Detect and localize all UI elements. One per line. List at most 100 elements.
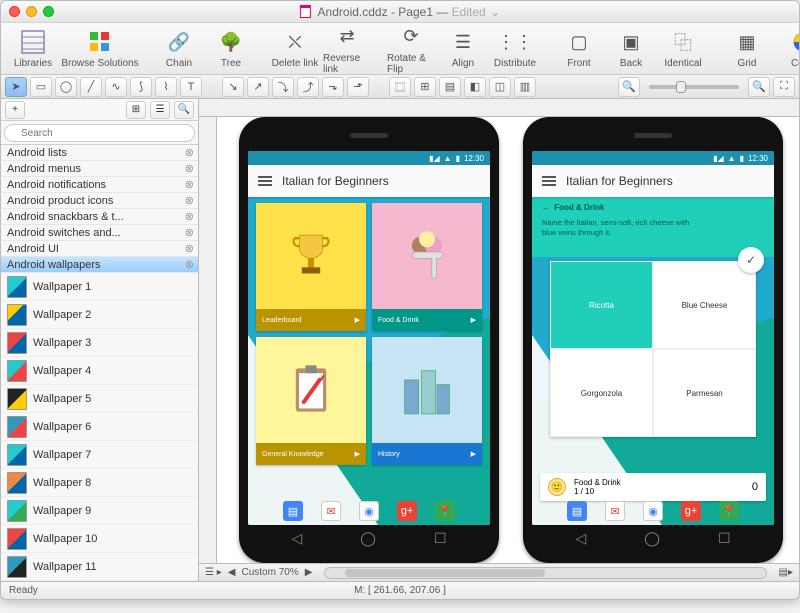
category-android-product-icons[interactable]: Android product icons⊗ — [1, 193, 198, 209]
check-fab[interactable]: ✓ — [738, 247, 764, 273]
arc-tool[interactable]: ⟆ — [130, 77, 152, 97]
hamburger-icon[interactable] — [542, 176, 556, 186]
zoom-in-icon[interactable]: 🔍 — [748, 77, 770, 97]
connector-c[interactable]: ⤵ — [272, 77, 294, 97]
history-card[interactable]: History▶ — [372, 337, 482, 465]
group-tool[interactable]: ⿴ — [389, 77, 411, 97]
grid-view-button[interactable]: ⊞ — [126, 101, 146, 119]
tree-button[interactable]: 🌳Tree — [207, 28, 255, 69]
layer-tool[interactable]: ▤ — [439, 77, 461, 97]
category-android-menus[interactable]: Android menus⊗ — [1, 161, 198, 177]
wallpaper-item-9[interactable]: Wallpaper 9 — [1, 497, 198, 525]
answer-3[interactable]: Gorgonzola — [550, 349, 653, 437]
category-android-ui[interactable]: Android UI⊗ — [1, 241, 198, 257]
close-icon[interactable]: ⊗ — [185, 146, 194, 159]
wallpaper-item-8[interactable]: Wallpaper 8 — [1, 469, 198, 497]
connector-d[interactable]: ⤴ — [297, 77, 319, 97]
category-android-snackbars-t-[interactable]: Android snackbars & t...⊗ — [1, 209, 198, 225]
home-nav-icon[interactable]: ◯ — [644, 530, 660, 554]
curve-tool[interactable]: ∿ — [105, 77, 127, 97]
phone-mockup-2[interactable]: ▮◢ ▲ ▮ 12:30 Italian for Beginners — [523, 117, 783, 563]
close-window-icon[interactable] — [9, 6, 20, 17]
quiz-back-icon[interactable]: ← — [542, 203, 550, 212]
wallpaper-item-11[interactable]: Wallpaper 11 — [1, 553, 198, 581]
ellipse-tool[interactable]: ◯ — [55, 77, 77, 97]
zoom-label[interactable]: Custom 70% — [241, 567, 298, 578]
chrome-icon[interactable]: ◉ — [359, 501, 379, 521]
list-view-button[interactable]: ☰ — [150, 101, 170, 119]
search-input[interactable] — [4, 124, 195, 142]
search-toggle-button[interactable]: 🔍 — [174, 101, 194, 119]
next-page-button[interactable]: ▶ — [305, 567, 313, 578]
color-button[interactable]: Color — [779, 28, 800, 69]
grid-button[interactable]: ▦Grid — [723, 28, 771, 69]
docs-icon[interactable]: ▤ — [567, 501, 587, 521]
gmail-icon[interactable]: ✉ — [605, 501, 625, 521]
rect-tool[interactable]: ▭ — [30, 77, 52, 97]
minimize-window-icon[interactable] — [26, 6, 37, 17]
back-nav-icon[interactable]: ◁ — [575, 530, 586, 554]
phone-mockup-1[interactable]: ▮◢ ▲ ▮ 12:30 Italian for Beginners — [239, 117, 499, 563]
text-tool[interactable]: T — [180, 77, 202, 97]
close-icon[interactable]: ⊗ — [185, 162, 194, 175]
wallpaper-item-6[interactable]: Wallpaper 6 — [1, 413, 198, 441]
leaderboard-card[interactable]: Leaderboard▶ — [256, 203, 366, 331]
hamburger-icon[interactable] — [258, 176, 272, 186]
plus-icon[interactable]: g+ — [681, 501, 701, 521]
zoom-out-icon[interactable]: 🔍 — [618, 77, 640, 97]
category-android-notifications[interactable]: Android notifications⊗ — [1, 177, 198, 193]
close-icon[interactable]: ⊗ — [185, 194, 194, 207]
close-icon[interactable]: ⊗ — [185, 210, 194, 223]
gmail-icon[interactable]: ✉ — [321, 501, 341, 521]
wallpaper-item-1[interactable]: Wallpaper 1 — [1, 273, 198, 301]
pointer-tool[interactable]: ➤ — [5, 77, 27, 97]
zoom-window-icon[interactable] — [43, 6, 54, 17]
delete-link-button[interactable]: ⛌Delete link — [271, 28, 319, 69]
distribute-button[interactable]: ⋮⋮Distribute — [491, 28, 539, 69]
docs-icon[interactable]: ▤ — [283, 501, 303, 521]
answer-2[interactable]: Blue Cheese — [653, 261, 756, 349]
close-icon[interactable]: ⊗ — [185, 226, 194, 239]
close-icon[interactable]: ⊗ — [185, 178, 194, 191]
connector-a[interactable]: ↘ — [222, 77, 244, 97]
general-card[interactable]: General Knowledge▶ — [256, 337, 366, 465]
title-dropdown-icon[interactable]: ⌄ — [490, 5, 500, 19]
wallpaper-item-5[interactable]: Wallpaper 5 — [1, 385, 198, 413]
wallpaper-item-3[interactable]: Wallpaper 3 — [1, 329, 198, 357]
wallpaper-item-4[interactable]: Wallpaper 4 — [1, 357, 198, 385]
polyline-tool[interactable]: ⌇ — [155, 77, 177, 97]
guide-tool[interactable]: ◫ — [489, 77, 511, 97]
chrome-icon[interactable]: ◉ — [643, 501, 663, 521]
line-tool[interactable]: ╱ — [80, 77, 102, 97]
zoom-slider[interactable] — [649, 85, 739, 89]
chain-button[interactable]: 🔗Chain — [155, 28, 203, 69]
category-android-lists[interactable]: Android lists⊗ — [1, 145, 198, 161]
snap-tool[interactable]: ⊞ — [414, 77, 436, 97]
zoom-fit-icon[interactable]: ⛶ — [773, 77, 795, 97]
connector-e[interactable]: ⬎ — [322, 77, 344, 97]
close-icon[interactable]: ⊗ — [185, 258, 194, 271]
category-android-wallpapers[interactable]: Android wallpapers⊗ — [1, 257, 198, 273]
plus-icon[interactable]: g+ — [397, 501, 417, 521]
maps-icon[interactable]: 📍 — [719, 501, 739, 521]
close-icon[interactable]: ⊗ — [185, 242, 194, 255]
reverse-link-button[interactable]: ⇄Reverse link — [323, 23, 371, 75]
food-card[interactable]: Food & Drink▶ — [372, 203, 482, 331]
wallpaper-item-7[interactable]: Wallpaper 7 — [1, 441, 198, 469]
browse-solutions-button[interactable]: Browse Solutions — [61, 28, 139, 69]
maps-icon[interactable]: 📍 — [435, 501, 455, 521]
canvas[interactable]: ▮◢ ▲ ▮ 12:30 Italian for Beginners — [217, 117, 799, 563]
back-nav-icon[interactable]: ◁ — [291, 530, 302, 554]
front-button[interactable]: ▢Front — [555, 28, 603, 69]
smart-tool[interactable]: ◧ — [464, 77, 486, 97]
page-add-icon[interactable]: ☰ ▸ — [205, 567, 222, 578]
prev-page-button[interactable]: ◀ — [228, 567, 236, 578]
recent-nav-icon[interactable]: ☐ — [718, 530, 731, 554]
wallpaper-item-10[interactable]: Wallpaper 10 — [1, 525, 198, 553]
connector-f[interactable]: ⬏ — [347, 77, 369, 97]
add-library-button[interactable]: + — [5, 101, 25, 119]
connector-b[interactable]: ↗ — [247, 77, 269, 97]
back-button[interactable]: ▣Back — [607, 28, 655, 69]
recent-nav-icon[interactable]: ☐ — [434, 530, 447, 554]
home-nav-icon[interactable]: ◯ — [360, 530, 376, 554]
